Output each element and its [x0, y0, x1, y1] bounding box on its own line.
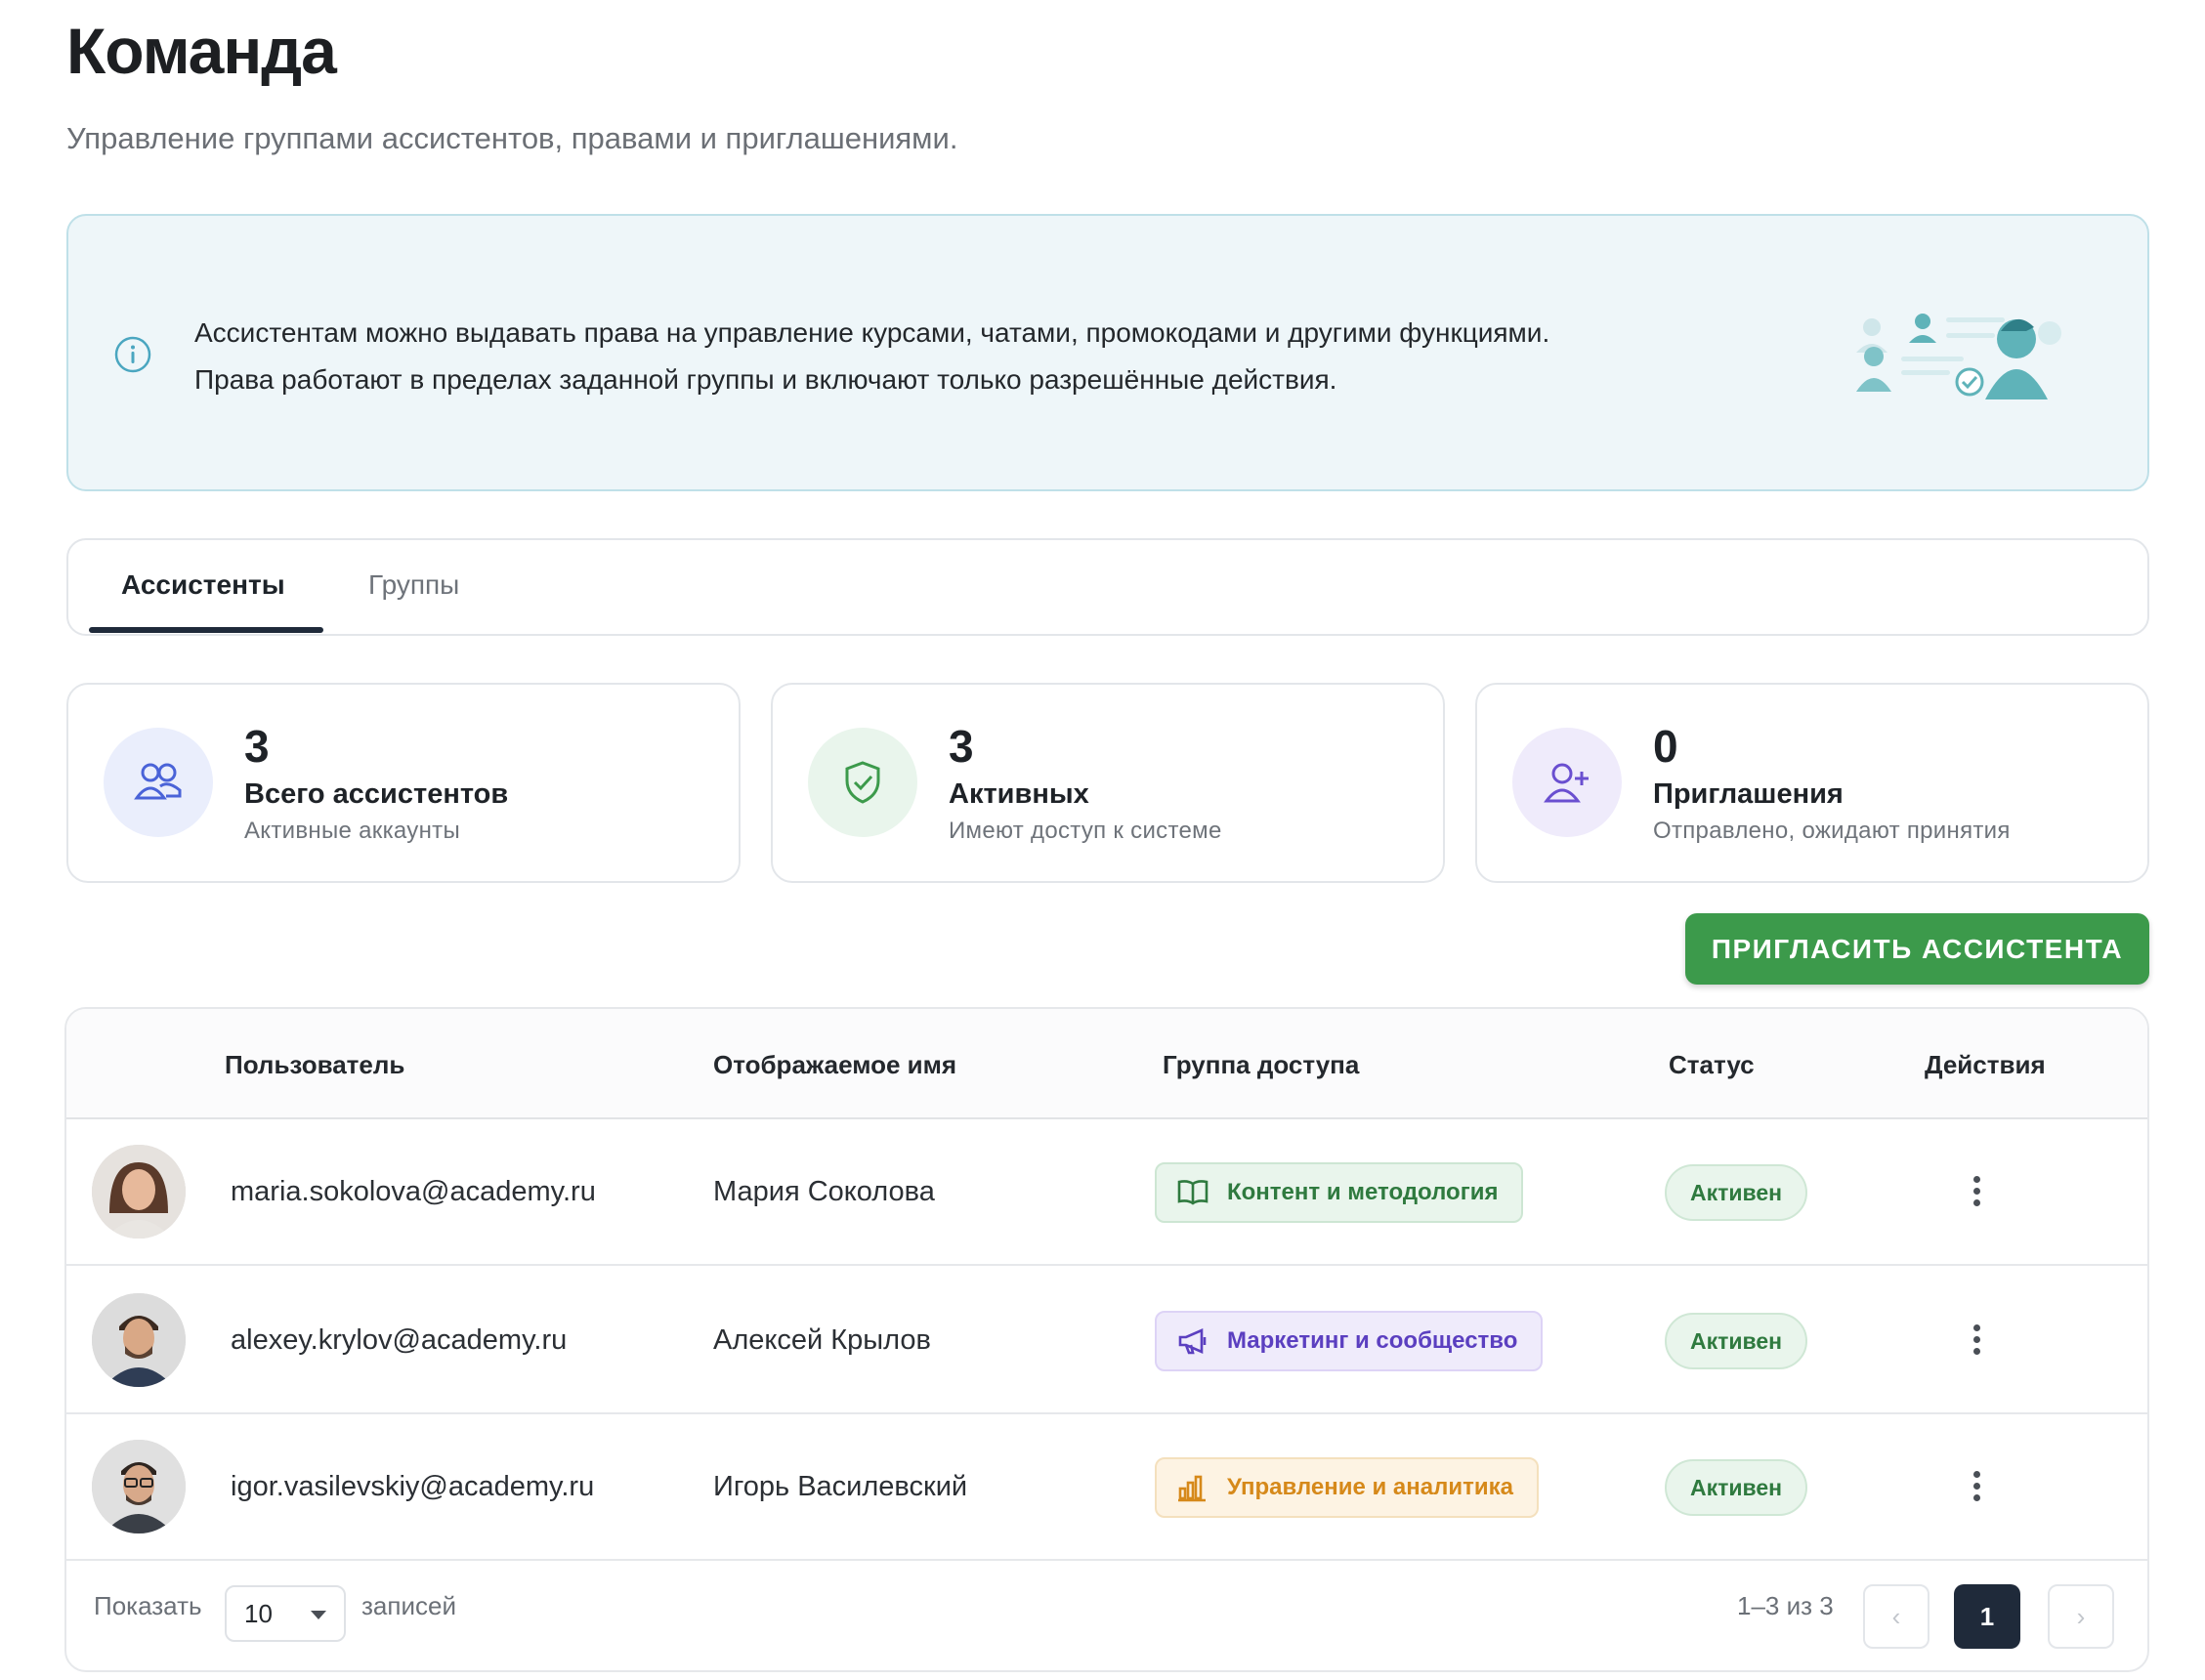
column-header-access-group[interactable]: Группа доступа	[1163, 1050, 1359, 1080]
info-line-1: Ассистентам можно выдавать права на упра…	[194, 317, 1550, 348]
user-email: maria.sokolova@academy.ru	[231, 1176, 596, 1207]
info-banner: Ассистентам можно выдавать права на упра…	[66, 214, 2149, 491]
team-illustration	[1856, 314, 2061, 399]
user-plus-icon	[1512, 728, 1622, 837]
info-text: Ассистентам можно выдавать права на упра…	[194, 310, 1549, 403]
status-badge: Активен	[1665, 1164, 1807, 1221]
access-group-label: Контент и методология	[1227, 1179, 1499, 1205]
column-header-display-name[interactable]: Отображаемое имя	[713, 1050, 956, 1080]
display-name: Мария Соколова	[713, 1176, 935, 1207]
stat-subtitle-invitations: Отправлено, ожидают принятия	[1653, 818, 2011, 844]
row-actions-menu-icon[interactable]	[1952, 1461, 2001, 1510]
page-size-select[interactable]: 10	[225, 1585, 346, 1642]
stat-subtitle-total: Активные аккаунты	[244, 818, 460, 844]
column-header-user[interactable]: Пользователь	[225, 1050, 404, 1080]
page-size-value: 10	[244, 1598, 273, 1628]
shield-check-icon	[808, 728, 917, 837]
info-icon	[114, 336, 151, 373]
table-header: Пользователь Отображаемое имя Группа дос…	[66, 1009, 2147, 1119]
avatar	[92, 1440, 186, 1533]
access-group-label: Маркетинг и сообщество	[1227, 1327, 1518, 1354]
stat-value-active: 3	[949, 721, 974, 772]
users-icon	[104, 728, 213, 837]
status-badge: Активен	[1665, 1313, 1807, 1369]
stat-title-total: Всего ассистентов	[244, 778, 509, 810]
tab-groups[interactable]: Группы	[368, 569, 459, 601]
bar-chart-icon	[1178, 1475, 1206, 1502]
table-row[interactable]: alexey.krylov@academy.ru Алексей Крылов …	[66, 1268, 2147, 1414]
column-header-status[interactable]: Статус	[1669, 1050, 1755, 1080]
next-page-button[interactable]: ›	[2048, 1584, 2114, 1649]
display-name: Игорь Василевский	[713, 1471, 968, 1502]
tabs: Ассистенты Группы	[66, 538, 2149, 636]
stat-card-total: 3 Всего ассистентов Активные аккаунты	[66, 683, 741, 883]
invite-assistant-button[interactable]: ПРИГЛАСИТЬ АССИСТЕНТА	[1685, 913, 2149, 985]
show-label: Показать	[94, 1591, 202, 1620]
access-group-badge[interactable]: Управление и аналитика	[1155, 1457, 1539, 1518]
book-icon	[1177, 1180, 1209, 1205]
chevron-down-icon	[311, 1611, 326, 1619]
page-title: Команда	[66, 15, 337, 87]
page-subtitle: Управление группами ассистентов, правами…	[66, 121, 958, 155]
user-email: igor.vasilevskiy@academy.ru	[231, 1471, 595, 1502]
column-header-actions: Действия	[1925, 1050, 2046, 1079]
access-group-label: Управление и аналитика	[1227, 1474, 1513, 1500]
tab-assistants[interactable]: Ассистенты	[121, 569, 285, 601]
status-badge: Активен	[1665, 1459, 1807, 1516]
info-line-2: Права работают в пределах заданной групп…	[194, 364, 1337, 395]
records-label: записей	[361, 1591, 456, 1620]
stat-subtitle-active: Имеют доступ к системе	[949, 818, 1222, 844]
table-row[interactable]: maria.sokolova@academy.ru Мария Соколова…	[66, 1119, 2147, 1266]
pagination-range: 1–3 из 3	[1737, 1591, 1834, 1620]
stat-value-invitations: 0	[1653, 721, 1678, 772]
row-actions-menu-icon[interactable]	[1952, 1166, 2001, 1215]
stat-value-total: 3	[244, 721, 270, 772]
stat-title-active: Активных	[949, 778, 1089, 810]
stat-card-invitations: 0 Приглашения Отправлено, ожидают принят…	[1475, 683, 2149, 883]
table-row[interactable]: igor.vasilevskiy@academy.ru Игорь Василе…	[66, 1414, 2147, 1561]
stat-card-active: 3 Активных Имеют доступ к системе	[771, 683, 1445, 883]
access-group-badge[interactable]: Контент и методология	[1155, 1162, 1524, 1223]
avatar	[92, 1145, 186, 1239]
active-tab-indicator	[89, 627, 323, 633]
avatar	[92, 1293, 186, 1387]
user-email: alexey.krylov@academy.ru	[231, 1324, 568, 1356]
page-button-current[interactable]: 1	[1954, 1584, 2020, 1649]
display-name: Алексей Крылов	[713, 1324, 931, 1356]
previous-page-button[interactable]: ‹	[1863, 1584, 1929, 1649]
megaphone-icon	[1178, 1328, 1207, 1355]
stat-title-invitations: Приглашения	[1653, 778, 1844, 810]
access-group-badge[interactable]: Маркетинг и сообщество	[1155, 1311, 1544, 1371]
assistants-table: Пользователь Отображаемое имя Группа дос…	[64, 1007, 2149, 1672]
row-actions-menu-icon[interactable]	[1952, 1315, 2001, 1364]
